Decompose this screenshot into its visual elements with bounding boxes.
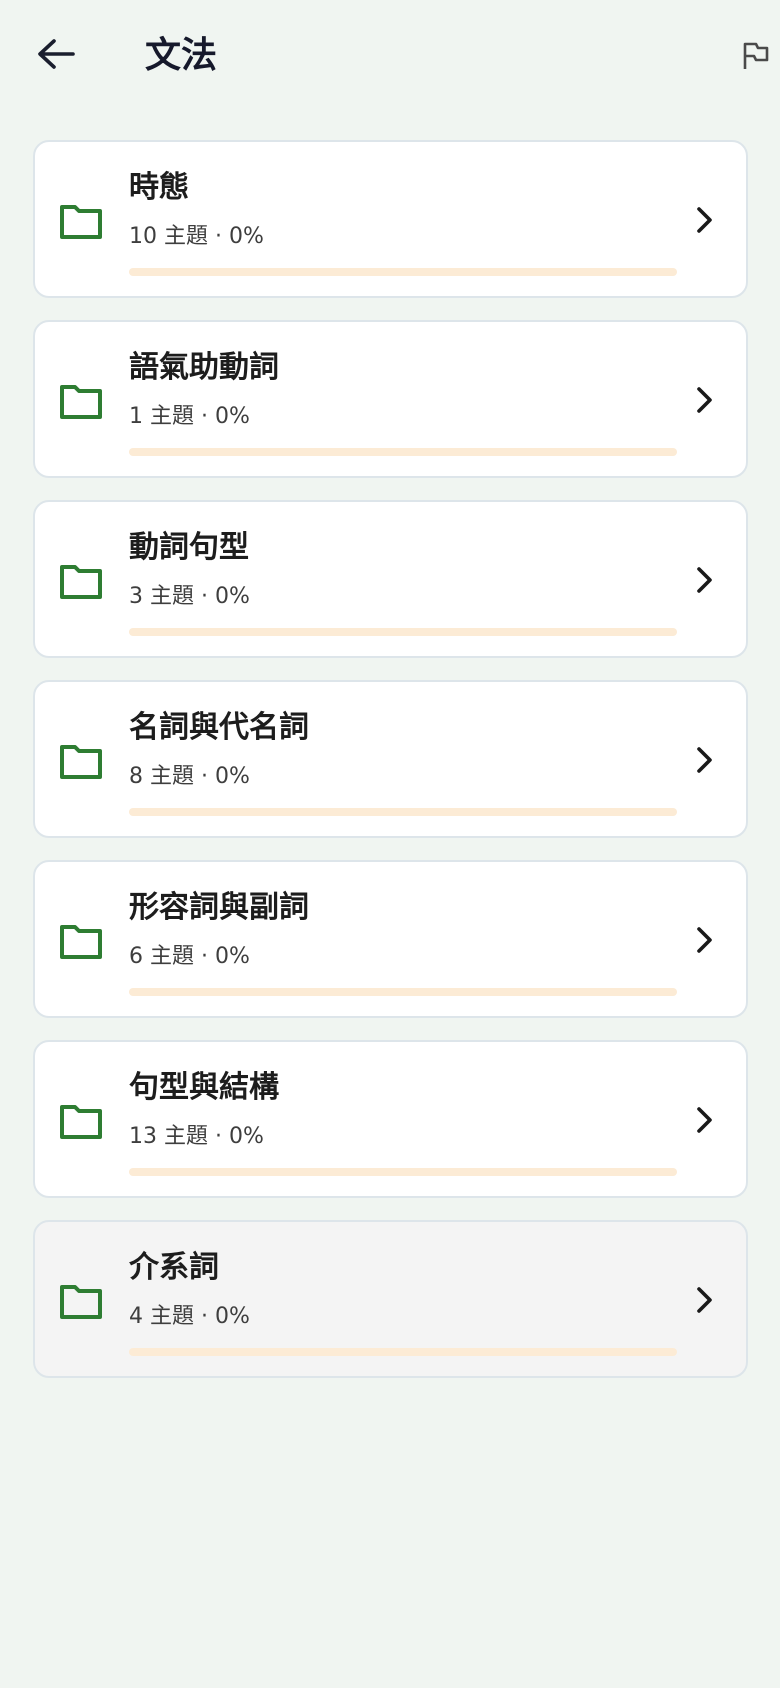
- progress-bar: [129, 1168, 677, 1176]
- chevron-right-icon: [697, 387, 712, 413]
- progress-bar: [129, 448, 677, 456]
- progress-bar: [129, 1348, 677, 1356]
- folder-icon: [60, 565, 102, 599]
- chevron-right-icon: [697, 567, 712, 593]
- back-button[interactable]: [28, 26, 84, 82]
- folder-icon: [60, 745, 102, 779]
- category-card-adjectives-adverbs[interactable]: 形容詞與副詞 6 主題 · 0%: [33, 860, 748, 1018]
- progress-bar: [129, 628, 677, 636]
- category-title: 名詞與代名詞: [129, 710, 309, 745]
- category-list: 時態 10 主題 · 0% 語氣助動詞 1 主題 · 0% 動詞句型 3 主題 …: [33, 140, 748, 1400]
- category-card-prepositions[interactable]: 介系詞 4 主題 · 0%: [33, 1220, 748, 1378]
- arrow-left-icon: [38, 39, 75, 69]
- category-card-verb-patterns[interactable]: 動詞句型 3 主題 · 0%: [33, 500, 748, 658]
- app-header: 文法: [0, 0, 780, 116]
- chevron-right-icon: [697, 207, 712, 233]
- progress-bar: [129, 808, 677, 816]
- category-title: 動詞句型: [129, 530, 249, 565]
- report-button[interactable]: [734, 34, 778, 78]
- chevron-right-icon: [697, 927, 712, 953]
- folder-icon: [60, 385, 102, 419]
- folder-icon: [60, 205, 102, 239]
- chevron-right-icon: [697, 1107, 712, 1133]
- chevron-right-icon: [697, 1287, 712, 1313]
- category-subtitle: 4 主題 · 0%: [129, 1304, 250, 1329]
- category-card-sentence-structures[interactable]: 句型與結構 13 主題 · 0%: [33, 1040, 748, 1198]
- category-subtitle: 10 主題 · 0%: [129, 224, 264, 249]
- category-subtitle: 13 主題 · 0%: [129, 1124, 264, 1149]
- progress-bar: [129, 268, 677, 276]
- category-card-nouns-pronouns[interactable]: 名詞與代名詞 8 主題 · 0%: [33, 680, 748, 838]
- page-title: 文法: [145, 35, 218, 76]
- category-title: 介系詞: [129, 1250, 219, 1285]
- category-subtitle: 1 主題 · 0%: [129, 404, 250, 429]
- category-title: 句型與結構: [129, 1070, 279, 1105]
- category-title: 時態: [129, 170, 189, 205]
- flag-icon: [743, 42, 769, 69]
- category-title: 語氣助動詞: [129, 350, 279, 385]
- progress-bar: [129, 988, 677, 996]
- folder-icon: [60, 925, 102, 959]
- folder-icon: [60, 1285, 102, 1319]
- category-subtitle: 6 主題 · 0%: [129, 944, 250, 969]
- category-title: 形容詞與副詞: [129, 890, 309, 925]
- category-subtitle: 3 主題 · 0%: [129, 584, 250, 609]
- chevron-right-icon: [697, 747, 712, 773]
- category-card-tenses[interactable]: 時態 10 主題 · 0%: [33, 140, 748, 298]
- category-card-modal-verbs[interactable]: 語氣助動詞 1 主題 · 0%: [33, 320, 748, 478]
- folder-icon: [60, 1105, 102, 1139]
- category-subtitle: 8 主題 · 0%: [129, 764, 250, 789]
